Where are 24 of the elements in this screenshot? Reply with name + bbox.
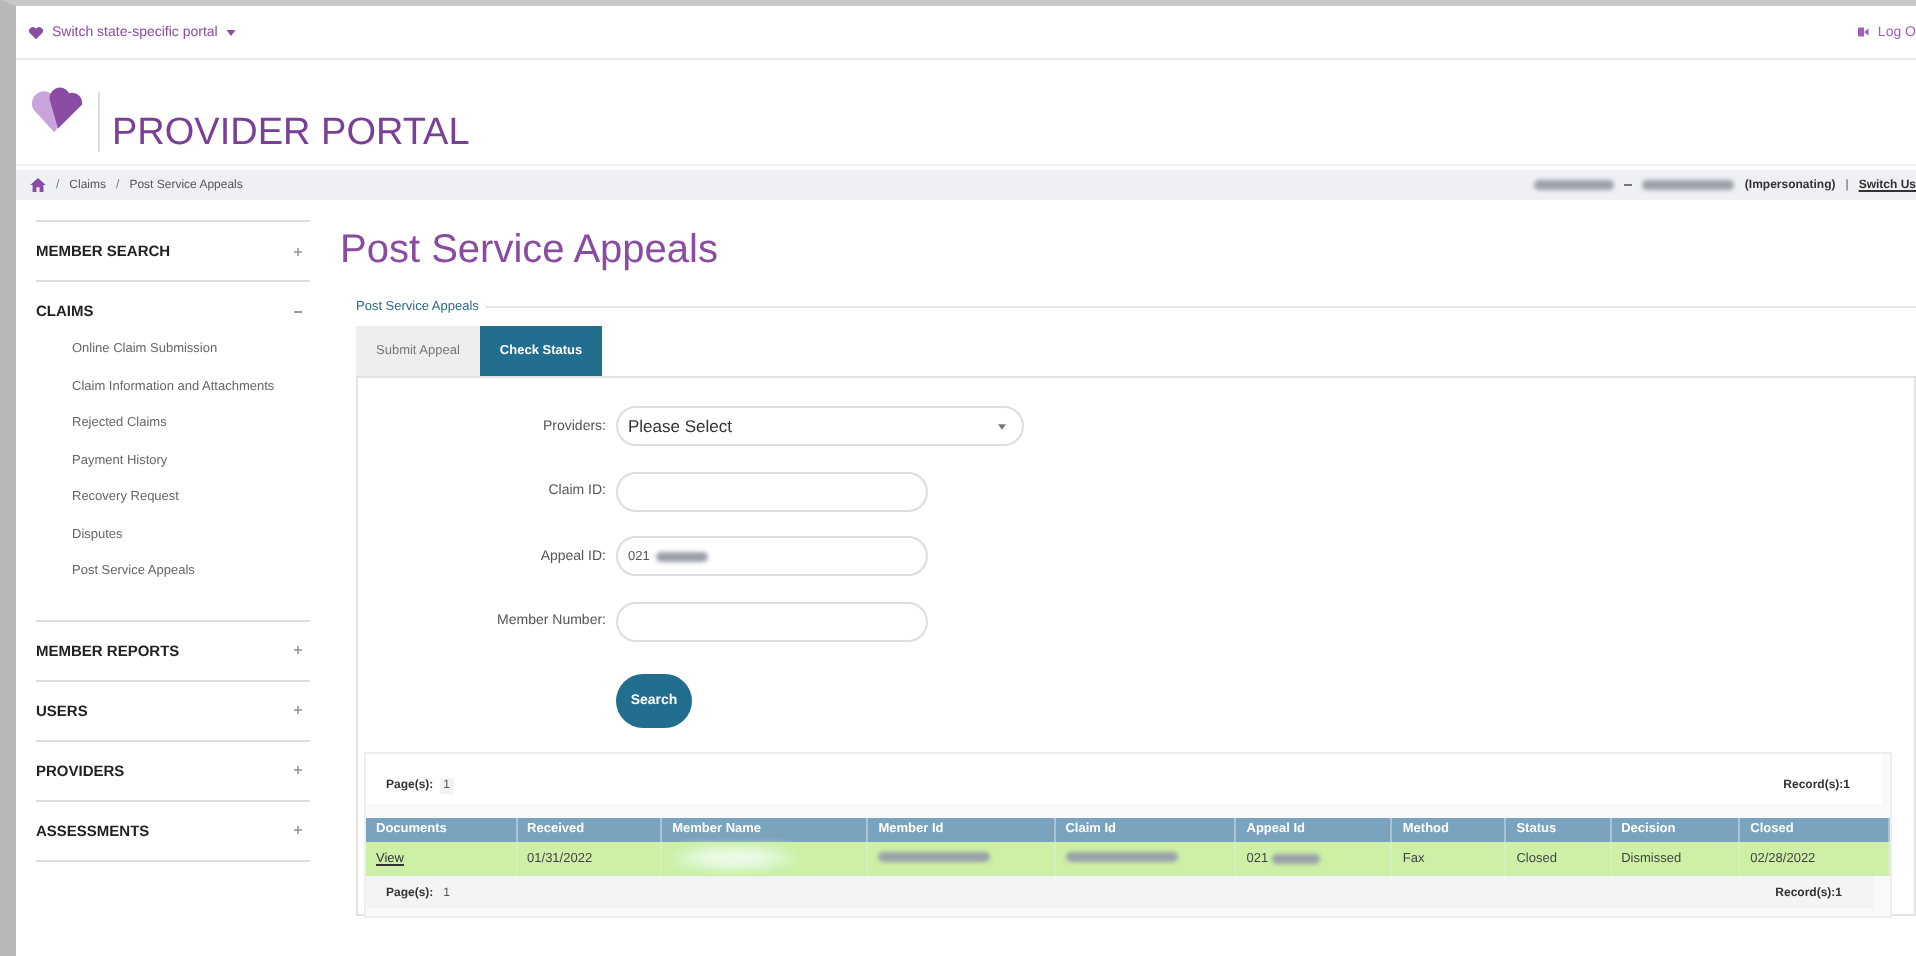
plus-icon [294, 706, 302, 714]
heart-icon [28, 25, 44, 39]
blurred-text [1642, 180, 1735, 190]
blurred-text [1272, 853, 1321, 863]
portal-title: PROVIDER PORTAL [112, 112, 470, 156]
exit-icon [1857, 26, 1870, 38]
dash-separator [1624, 184, 1633, 186]
plus-icon [294, 646, 302, 654]
blurred-text [1534, 180, 1615, 190]
caret-icon [225, 29, 236, 35]
blurred-text [672, 844, 797, 872]
minus-icon [294, 307, 302, 315]
select-field[interactable]: Please Select [616, 406, 1024, 447]
caret-icon [998, 423, 1006, 430]
input-field[interactable] [616, 601, 928, 642]
page-title: Post Service Appeals [340, 226, 720, 274]
plus-icon [294, 247, 302, 255]
plus-icon [294, 826, 302, 834]
plus-icon [294, 766, 302, 774]
hearts-logo-icon [30, 84, 86, 136]
input-field[interactable] [616, 471, 928, 512]
blurred-text [1065, 852, 1178, 863]
blurred-text [878, 852, 991, 863]
home-icon[interactable] [30, 178, 46, 192]
